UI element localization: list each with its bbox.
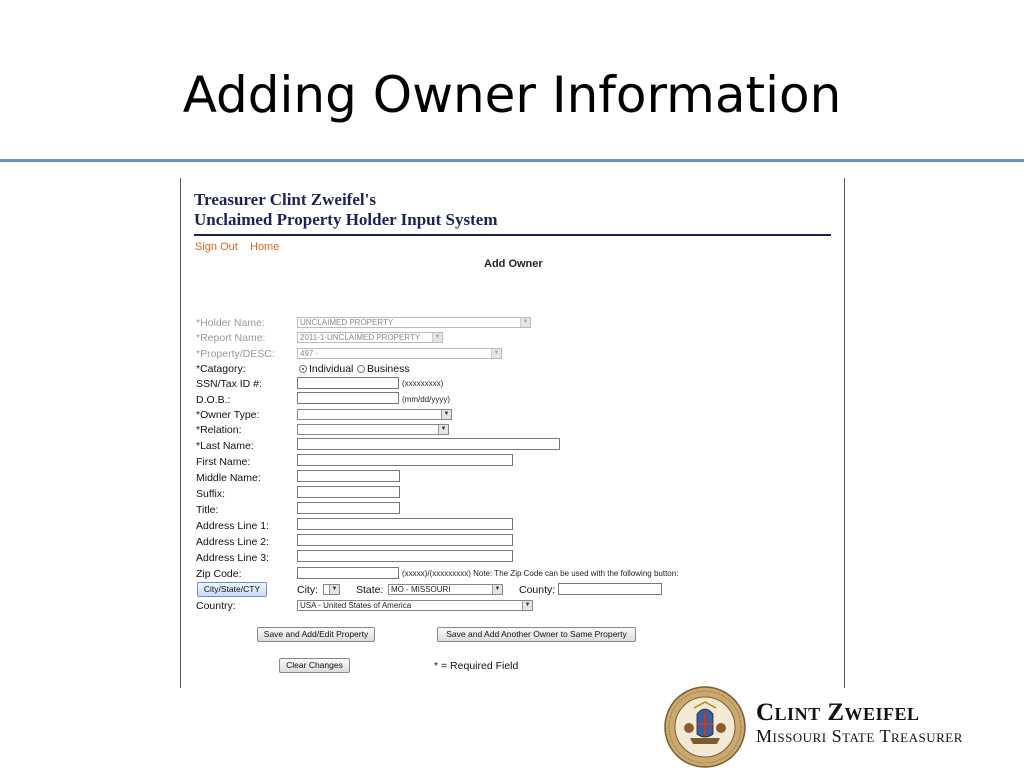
chevron-down-icon: ▼ <box>432 333 442 342</box>
brand-subtitle: Missouri State Treasurer <box>756 726 963 747</box>
owner-type-label: *Owner Type: <box>196 409 260 421</box>
chevron-down-icon: ▼ <box>438 425 448 434</box>
report-name-select[interactable]: 2011-1-UNCLAIMED PROPERTY ▼ <box>297 332 443 343</box>
property-desc-label: *Property/DESC: <box>196 348 275 360</box>
zip-code-input[interactable] <box>297 567 399 579</box>
country-label: Country: <box>196 600 236 612</box>
chevron-down-icon: ▼ <box>522 601 532 610</box>
middle-name-input[interactable] <box>297 470 400 482</box>
country-value: USA - United States of America <box>300 601 412 610</box>
last-name-label: *Last Name: <box>196 440 254 452</box>
home-link[interactable]: Home <box>250 241 279 253</box>
header-divider <box>194 234 831 236</box>
owner-type-select[interactable]: ▼ <box>297 409 452 420</box>
last-name-input[interactable] <box>297 438 560 450</box>
sign-out-link[interactable]: Sign Out <box>195 241 238 253</box>
radio-business[interactable] <box>357 365 365 373</box>
category-label: *Catagory: <box>196 363 246 375</box>
ssn-label: SSN/Tax ID #: <box>196 378 262 390</box>
address-line-3-label: Address Line 3: <box>196 552 269 564</box>
save-add-edit-property-button[interactable]: Save and Add/Edit Property <box>257 627 375 642</box>
property-desc-select[interactable]: 497 - ▼ <box>297 348 502 359</box>
address-line-3-input[interactable] <box>297 550 513 562</box>
city-select[interactable]: ▼ <box>323 584 340 595</box>
app-title-line-2: Unclaimed Property Holder Input System <box>194 210 498 229</box>
holder-name-label: *Holder Name: <box>196 317 265 329</box>
radio-business-label: Business <box>367 363 410 375</box>
middle-name-label: Middle Name: <box>196 472 261 484</box>
chevron-down-icon: ▼ <box>520 318 530 327</box>
county-label: County: <box>519 584 556 596</box>
holder-name-select[interactable]: UNCLAIMED PROPERTY ▼ <box>297 317 531 328</box>
missouri-treasurer-seal-icon <box>664 686 746 768</box>
app-screenshot: Treasurer Clint Zweifel's Unclaimed Prop… <box>180 178 845 688</box>
dob-input[interactable] <box>297 392 399 404</box>
relation-select[interactable]: ▼ <box>297 424 449 435</box>
slide-title: Adding Owner Information <box>182 66 842 124</box>
brand-name: Clint Zweifel <box>756 699 920 727</box>
dob-label: D.O.B.: <box>196 394 231 406</box>
app-title-line-1: Treasurer Clint Zweifel's <box>194 190 376 209</box>
first-name-label: First Name: <box>196 456 251 468</box>
title-label: Title: <box>196 504 219 516</box>
required-field-note: * = Required Field <box>434 660 519 672</box>
radio-individual-label: Individual <box>309 363 354 375</box>
brand-name-text: Clint Zweifel <box>756 699 920 726</box>
save-add-another-owner-button[interactable]: Save and Add Another Owner to Same Prope… <box>437 627 636 642</box>
ssn-input[interactable] <box>297 377 399 389</box>
clear-changes-button[interactable]: Clear Changes <box>279 658 350 673</box>
state-select[interactable]: MO - MISSOURI ▼ <box>388 584 503 595</box>
chevron-down-icon: ▼ <box>329 585 339 594</box>
address-line-1-input[interactable] <box>297 518 513 530</box>
branding: Clint Zweifel Missouri State Treasurer <box>660 684 1020 768</box>
country-select[interactable]: USA - United States of America ▼ <box>297 600 533 611</box>
chevron-down-icon: ▼ <box>441 410 451 419</box>
city-label: City: <box>297 584 318 596</box>
brand-subtitle-text: Missouri State Treasurer <box>756 726 963 746</box>
chevron-down-icon: ▼ <box>491 349 501 358</box>
zip-code-hint: (xxxxx)/(xxxxxxxxx) Note: The Zip Code c… <box>402 569 679 578</box>
state-value: MO - MISSOURI <box>391 585 451 594</box>
property-desc-value: 497 - <box>300 349 319 358</box>
holder-name-value: UNCLAIMED PROPERTY <box>300 318 394 327</box>
county-input[interactable] <box>558 583 662 595</box>
city-state-lookup-button[interactable]: City/State/CTY <box>197 582 267 597</box>
first-name-input[interactable] <box>297 454 513 466</box>
ssn-hint: (xxxxxxxxx) <box>402 379 444 388</box>
address-line-2-label: Address Line 2: <box>196 536 269 548</box>
chevron-down-icon: ▼ <box>492 585 502 594</box>
address-line-1-label: Address Line 1: <box>196 520 269 532</box>
suffix-input[interactable] <box>297 486 400 498</box>
page-heading: Add Owner <box>484 258 543 270</box>
app-title: Treasurer Clint Zweifel's Unclaimed Prop… <box>194 190 497 230</box>
relation-label: *Relation: <box>196 424 242 436</box>
address-line-2-input[interactable] <box>297 534 513 546</box>
title-divider <box>0 159 1024 162</box>
zip-code-label: Zip Code: <box>196 568 242 580</box>
state-label: State: <box>356 584 384 596</box>
title-input[interactable] <box>297 502 400 514</box>
suffix-label: Suffix: <box>196 488 225 500</box>
report-name-label: *Report Name: <box>196 332 266 344</box>
dob-hint: (mm/dd/yyyy) <box>402 395 450 404</box>
radio-individual[interactable] <box>299 365 307 373</box>
report-name-value: 2011-1-UNCLAIMED PROPERTY <box>300 333 421 342</box>
